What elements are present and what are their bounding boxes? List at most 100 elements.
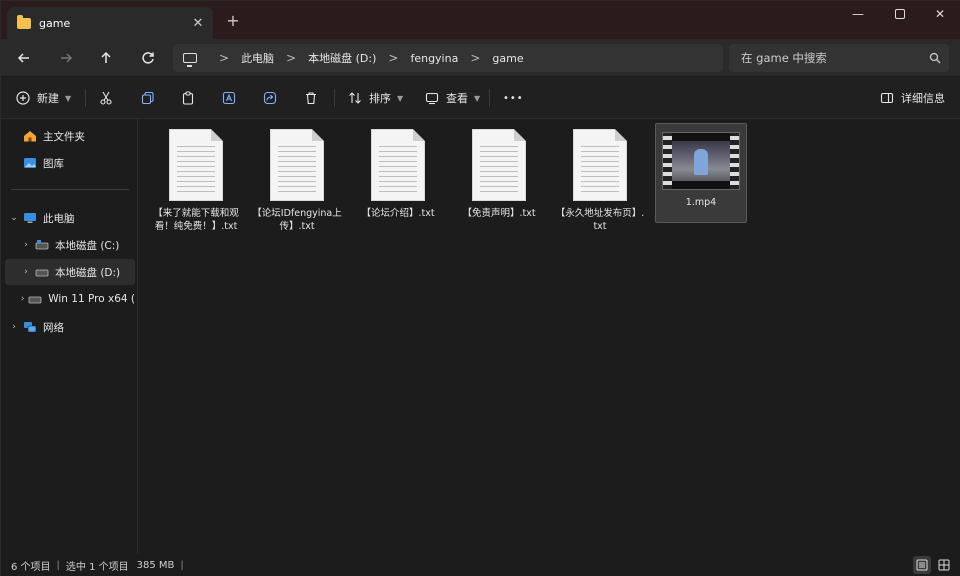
file-explorer-window: game ✕ + — ✕ > 此电脑 > 本地磁盘 (D:) > fengyin… xyxy=(0,0,960,576)
sidebar-item-usb-drive[interactable]: › Win 11 Pro x64 ( xyxy=(17,286,135,312)
sidebar-item-gallery[interactable]: 图库 xyxy=(5,150,135,176)
status-bar: 6 个项目 | 选中 1 个项目 385 MB | xyxy=(1,553,960,576)
network-icon xyxy=(23,321,37,333)
file-name: 【论坛介绍】.txt xyxy=(361,208,435,219)
new-label: 新建 xyxy=(37,92,59,105)
sidebar-item-drive-c[interactable]: › 本地磁盘 (C:) xyxy=(17,232,135,258)
close-tab-icon[interactable]: ✕ xyxy=(187,12,209,34)
tab-game[interactable]: game ✕ xyxy=(7,7,213,39)
search-placeholder[interactable]: 在 game 中搜索 xyxy=(741,50,921,66)
rename-button[interactable] xyxy=(221,85,237,111)
up-button[interactable] xyxy=(93,46,119,70)
computer-icon xyxy=(183,53,197,67)
chevron-right-icon[interactable]: › xyxy=(17,240,35,250)
item-count: 6 个项目 xyxy=(11,561,51,573)
file-name: 【永久地址发布页】.txt xyxy=(555,208,645,232)
tab-title: game xyxy=(39,16,71,30)
breadcrumb-drive-d[interactable]: 本地磁盘 (D:) xyxy=(308,50,376,66)
navigation-bar: > 此电脑 > 本地磁盘 (D:) > fengyina > game 在 ga… xyxy=(1,39,960,77)
chevron-right-icon[interactable]: › xyxy=(17,267,35,277)
text-file-icon xyxy=(472,129,526,201)
sidebar-item-home[interactable]: 主文件夹 xyxy=(5,123,135,149)
chevron-down-icon: ▼ xyxy=(474,93,481,103)
sort-label: 排序 xyxy=(369,92,391,105)
maximize-button[interactable] xyxy=(879,1,921,27)
file-item[interactable]: 【论坛IDfengyina上传】.txt xyxy=(251,123,343,251)
breadcrumb-fengyina[interactable]: fengyina xyxy=(410,52,458,65)
scissors-icon xyxy=(98,90,114,106)
plus-circle-icon xyxy=(15,90,31,106)
file-name: 【论坛IDfengyina上传】.txt xyxy=(252,208,342,232)
sidebar-item-label: Win 11 Pro x64 ( xyxy=(48,293,135,305)
drive-icon xyxy=(28,293,42,305)
file-name: 【免责声明】.txt xyxy=(462,208,536,219)
drive-icon xyxy=(35,239,49,251)
file-item[interactable]: 【论坛介绍】.txt xyxy=(352,123,444,251)
sidebar-item-network[interactable]: › 网络 xyxy=(5,314,135,340)
sidebar-item-label: 主文件夹 xyxy=(43,130,85,143)
cut-button[interactable] xyxy=(98,85,114,111)
new-button[interactable]: 新建 ▼ xyxy=(15,85,71,111)
sidebar-item-label: 此电脑 xyxy=(43,212,75,225)
command-toolbar: 新建 ▼ 排序 ▼ 查看 ▼ ••• 详细信息 xyxy=(1,77,960,119)
file-item[interactable]: 【永久地址发布页】.txt xyxy=(554,123,646,251)
sidebar-item-drive-d[interactable]: › 本地磁盘 (D:) xyxy=(5,259,135,285)
chevron-down-icon[interactable]: ⌄ xyxy=(5,213,23,223)
toolbar-divider xyxy=(85,89,86,107)
sidebar-item-this-pc[interactable]: ⌄ 此电脑 xyxy=(5,205,135,231)
sidebar-item-label: 本地磁盘 (D:) xyxy=(55,266,121,279)
text-file-icon xyxy=(169,129,223,201)
search-icon[interactable] xyxy=(921,52,949,64)
toolbar-divider xyxy=(489,89,490,107)
file-item[interactable]: 【来了就能下载和观看！纯免费！】.txt xyxy=(150,123,242,251)
large-icons-view-button[interactable] xyxy=(935,556,953,574)
tiles-view-icon xyxy=(938,559,950,571)
breadcrumb-game[interactable]: game xyxy=(492,52,523,65)
breadcrumb-separator[interactable]: > xyxy=(470,51,480,65)
more-options-button[interactable]: ••• xyxy=(503,85,524,111)
copy-icon xyxy=(140,90,156,106)
refresh-button[interactable] xyxy=(135,46,161,70)
chevron-down-icon: ▼ xyxy=(65,93,72,103)
breadcrumb-separator: > xyxy=(219,51,230,65)
breadcrumb-this-pc[interactable]: 此电脑 xyxy=(241,50,274,66)
file-item-selected[interactable]: 1.mp4 xyxy=(655,123,747,223)
delete-button[interactable] xyxy=(303,85,319,111)
sidebar-item-label: 网络 xyxy=(43,321,64,334)
text-file-icon xyxy=(371,129,425,201)
forward-button[interactable] xyxy=(53,46,79,70)
new-tab-button[interactable]: + xyxy=(223,10,243,30)
share-icon xyxy=(262,90,278,106)
view-button[interactable]: 查看 ▼ xyxy=(424,85,480,111)
close-window-button[interactable]: ✕ xyxy=(919,1,960,27)
status-separator: | xyxy=(180,559,184,571)
breadcrumb-separator[interactable]: > xyxy=(388,51,398,65)
selection-size: 385 MB xyxy=(136,559,175,571)
arrow-right-icon xyxy=(61,53,73,63)
drive-icon xyxy=(35,266,49,278)
file-item[interactable]: 【免责声明】.txt xyxy=(453,123,545,251)
paste-button[interactable] xyxy=(180,85,196,111)
minimize-button[interactable]: — xyxy=(837,1,879,27)
sort-icon xyxy=(347,90,363,106)
sort-button[interactable]: 排序 ▼ xyxy=(347,85,403,111)
clipboard-icon xyxy=(180,90,196,106)
chevron-right-icon[interactable]: › xyxy=(17,294,28,304)
file-name: 1.mp4 xyxy=(685,197,717,208)
view-label: 查看 xyxy=(446,92,468,105)
details-view-button[interactable] xyxy=(913,556,931,574)
folder-icon xyxy=(17,14,31,29)
details-pane-button[interactable]: 详细信息 xyxy=(879,85,945,111)
back-button[interactable] xyxy=(11,46,37,70)
copy-button[interactable] xyxy=(140,85,156,111)
details-view-icon xyxy=(916,559,928,571)
computer-icon xyxy=(23,212,37,224)
text-file-icon xyxy=(270,129,324,201)
toolbar-divider xyxy=(334,89,335,107)
search-box[interactable]: 在 game 中搜索 xyxy=(729,44,949,72)
view-icon xyxy=(424,90,440,106)
share-button[interactable] xyxy=(262,85,278,111)
chevron-right-icon[interactable]: › xyxy=(5,322,23,332)
breadcrumb-separator[interactable]: > xyxy=(286,51,296,65)
address-bar[interactable]: > 此电脑 > 本地磁盘 (D:) > fengyina > game xyxy=(173,44,723,72)
